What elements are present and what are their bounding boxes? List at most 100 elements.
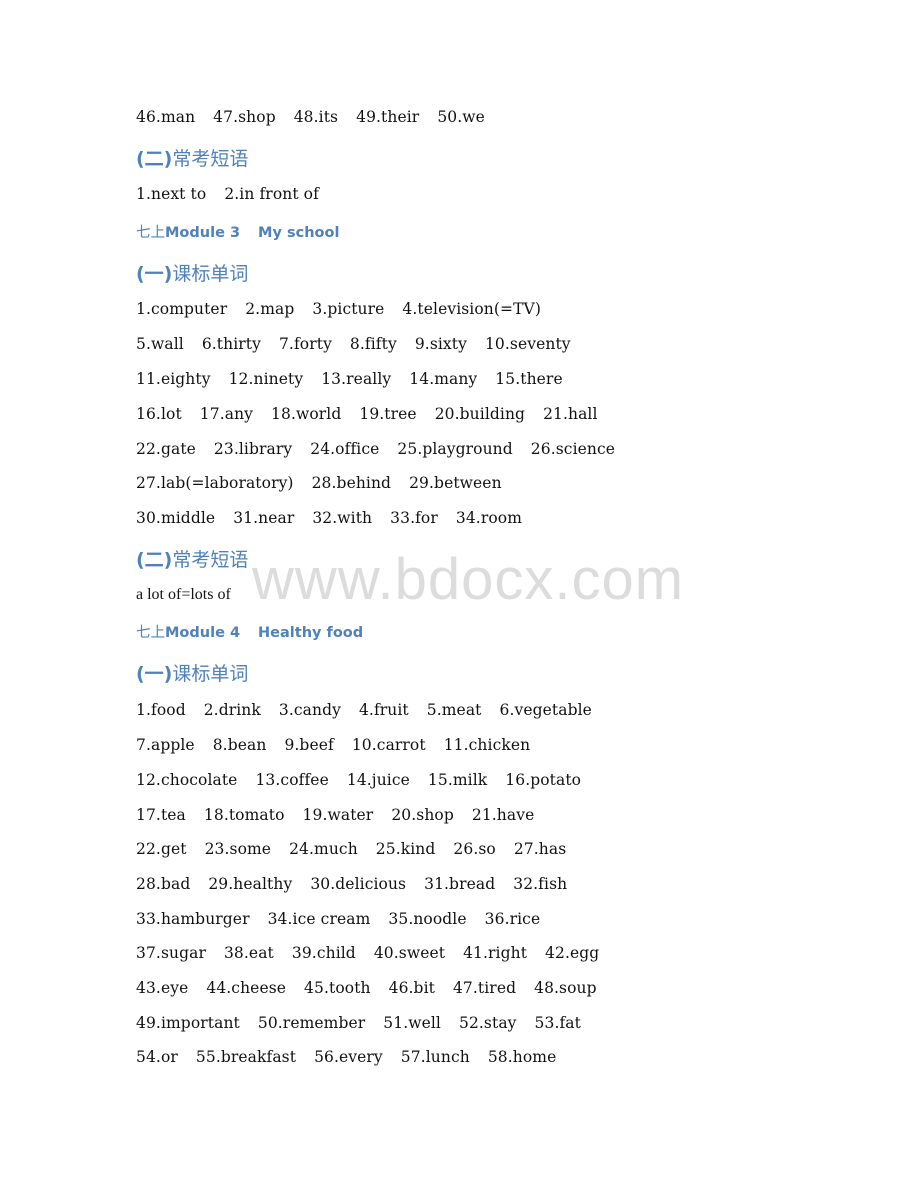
vocab-item: 16.potato xyxy=(505,771,582,789)
module-number: Module 3 xyxy=(165,225,241,241)
vocab-item: 4.fruit xyxy=(358,701,409,719)
vocab-item: 4.television(=TV) xyxy=(402,300,541,318)
vocab-item: 20.shop xyxy=(391,806,454,824)
vocab-item: 18.tomato xyxy=(203,806,285,824)
vocab-item: 34.room xyxy=(455,509,522,527)
vocab-item: 26.science xyxy=(530,440,616,458)
vocab-item: 23.library xyxy=(213,440,293,458)
vocab-item: 1.food xyxy=(136,701,186,719)
grade-label: 七上 xyxy=(136,625,165,641)
vocab-item: 3.picture xyxy=(312,300,385,318)
vocab-item: 1.next to xyxy=(136,185,207,203)
vocab-item: 24.much xyxy=(289,840,358,858)
section-number: (二) xyxy=(136,549,173,571)
vocab-item: 42.egg xyxy=(545,944,600,962)
vocab-item: 38.eat xyxy=(223,944,274,962)
vocab-item: 53.fat xyxy=(534,1014,581,1032)
word-list-line: 16.lot 17.any 18.world 19.tree 20.building 21… xyxy=(136,405,598,423)
vocab-item: 50.remember xyxy=(257,1014,366,1032)
vocab-item: 27.lab(=laboratory) xyxy=(136,474,294,492)
vocab-item: 46.bit xyxy=(388,979,435,997)
module-topic: My school xyxy=(258,225,340,241)
vocab-item: 29.between xyxy=(409,474,502,492)
vocab-item: 15.milk xyxy=(427,771,488,789)
vocab-item: 2.in front of xyxy=(224,185,319,203)
word-list-line: 30.middle 31.near 32.with 33.for 34.room xyxy=(136,509,522,527)
vocab-item: 11.eighty xyxy=(136,370,211,388)
section-heading: (二)常考短语 xyxy=(136,545,248,572)
vocab-item: 2.drink xyxy=(203,701,261,719)
vocab-item: 23.some xyxy=(204,840,272,858)
vocab-item: 19.water xyxy=(302,806,374,824)
vocab-item: 8.bean xyxy=(212,736,267,754)
module-heading: 七上Module 3 My school xyxy=(136,221,339,242)
section-number: (二) xyxy=(136,148,173,170)
vocab-item: 49.their xyxy=(356,108,420,126)
vocab-item: 10.seventy xyxy=(484,335,571,353)
vocab-item: 48.soup xyxy=(534,979,597,997)
vocab-item: 33.for xyxy=(390,509,438,527)
vocab-item: 6.thirty xyxy=(201,335,261,353)
vocab-item: 32.fish xyxy=(513,875,568,893)
word-list-line: 1.food 2.drink 3.candy 4.fruit 5.meat 6.veget… xyxy=(136,701,592,719)
vocab-item: 44.cheese xyxy=(206,979,287,997)
word-list-line: 17.tea 18.tomato 19.water 20.shop 21.have xyxy=(136,806,534,824)
vocab-item: 48.its xyxy=(293,108,339,126)
word-list-line: 1.computer 2.map 3.picture 4.television(=TV… xyxy=(136,300,541,318)
vocab-item: 55.breakfast xyxy=(195,1048,297,1066)
word-list-line: 33.hamburger 34.ice cream 35.noodle 36.rice xyxy=(136,910,540,928)
vocab-item: 22.get xyxy=(136,840,187,858)
section-heading: (一)课标单词 xyxy=(136,659,248,686)
vocab-item: 34.ice cream xyxy=(267,910,371,928)
vocab-item: 46.man xyxy=(136,108,196,126)
vocab-item: 47.shop xyxy=(213,108,276,126)
vocab-item: 31.bread xyxy=(424,875,496,893)
section-number: (一) xyxy=(136,263,173,285)
vocab-item: 16.lot xyxy=(136,405,182,423)
vocab-item: 21.have xyxy=(471,806,535,824)
vocab-item: 5.wall xyxy=(136,335,184,353)
vocab-item: 26.so xyxy=(453,840,496,858)
vocab-item: 8.fifty xyxy=(349,335,397,353)
vocab-item: 25.kind xyxy=(375,840,436,858)
word-list-line: 28.bad 29.healthy 30.delicious 31.bread 32.f… xyxy=(136,875,567,893)
vocab-item: 21.hall xyxy=(543,405,598,423)
vocab-item: 13.coffee xyxy=(255,771,329,789)
word-list-line: 49.important 50.remember 51.well 52.stay 53.… xyxy=(136,1014,581,1032)
section-title: 课标单词 xyxy=(172,663,249,685)
word-list-line: 43.eye 44.cheese 45.tooth 46.bit 47.tired 48.… xyxy=(136,979,597,997)
vocab-item: 25.playground xyxy=(397,440,513,458)
vocab-item: 9.beef xyxy=(284,736,334,754)
word-list-line: 5.wall 6.thirty 7.forty 8.fifty 9.sixty 10.se… xyxy=(136,335,571,353)
vocab-item: 19.tree xyxy=(359,405,417,423)
vocab-item: 1.computer xyxy=(136,300,228,318)
vocab-item: 41.right xyxy=(463,944,528,962)
section-title: 常考短语 xyxy=(172,549,249,571)
word-list-line: 54.or 55.breakfast 56.every 57.lunch 58.home xyxy=(136,1048,556,1066)
word-list-line: 7.apple 8.bean 9.beef 10.carrot 11.chicken xyxy=(136,736,530,754)
vocab-item: 50.we xyxy=(437,108,485,126)
word-list-line: 37.sugar 38.eat 39.child 40.sweet 41.right 42… xyxy=(136,944,599,962)
vocab-item: 7.forty xyxy=(278,335,332,353)
vocab-item: 40.sweet xyxy=(373,944,446,962)
word-list-line: 1.next to 2.in front of xyxy=(136,185,319,203)
vocab-item: 58.home xyxy=(487,1048,557,1066)
vocab-item: 37.sugar xyxy=(136,944,206,962)
vocab-item: 33.hamburger xyxy=(136,910,250,928)
vocab-item: 20.building xyxy=(434,405,526,423)
module-heading: 七上Module 4 Healthy food xyxy=(136,621,363,642)
module-number: Module 4 xyxy=(165,625,241,641)
vocab-item: 12.chocolate xyxy=(136,771,238,789)
vocab-item: 7.apple xyxy=(136,736,195,754)
word-list-line: 27.lab(=laboratory) 28.behind 29.between xyxy=(136,474,502,492)
section-title: 课标单词 xyxy=(172,263,249,285)
vocab-item: 22.gate xyxy=(136,440,196,458)
vocab-item: 28.bad xyxy=(136,875,191,893)
vocab-item: 29.healthy xyxy=(208,875,293,893)
vocab-item: 14.many xyxy=(409,370,478,388)
word-list-line: 22.get 23.some 24.much 25.kind 26.so 27.has xyxy=(136,840,566,858)
vocab-item: 12.ninety xyxy=(228,370,304,388)
watermark: www.bdocx.com xyxy=(252,547,685,612)
vocab-item: 11.chicken xyxy=(443,736,531,754)
vocab-item: 56.every xyxy=(314,1048,383,1066)
